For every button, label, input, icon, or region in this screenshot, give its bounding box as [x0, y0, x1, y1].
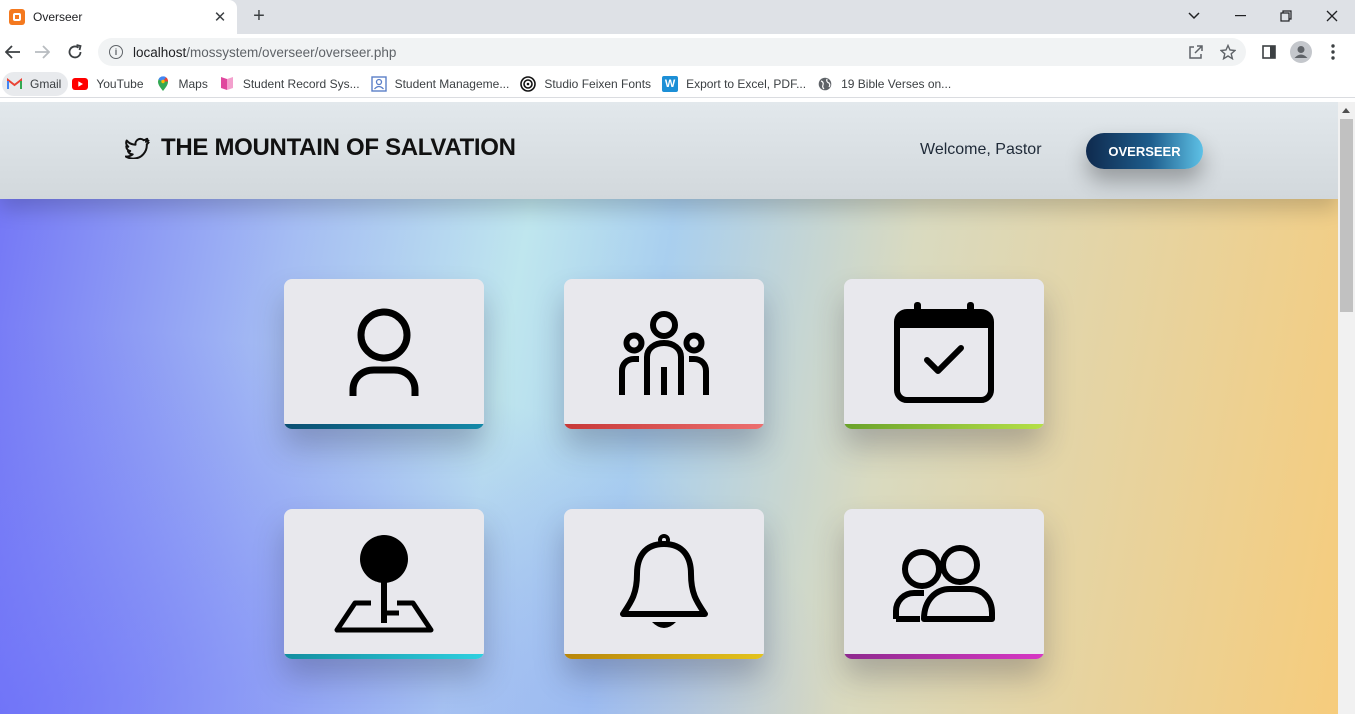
- minimize-icon[interactable]: [1226, 3, 1254, 29]
- page-viewport: THE MOUNTAIN OF SALVATION Welcome, Pasto…: [0, 102, 1338, 714]
- twitter-bird-icon: [125, 137, 150, 159]
- bookmark-youtube[interactable]: YouTube: [68, 72, 150, 96]
- bookmark-label: 19 Bible Verses on...: [841, 76, 952, 91]
- bookmark-studio-feixen[interactable]: Studio Feixen Fonts: [516, 72, 658, 96]
- share-icon[interactable]: [1182, 40, 1210, 64]
- card-accent-bar: [844, 654, 1044, 659]
- overseer-button[interactable]: OVERSEER: [1086, 133, 1203, 169]
- bookmark-maps[interactable]: Maps: [151, 72, 215, 96]
- card-accent-bar: [564, 424, 764, 429]
- url-text[interactable]: localhost/mossystem/overseer/overseer.ph…: [133, 45, 1182, 60]
- book-icon: [219, 76, 235, 92]
- bookmark-label: Gmail: [30, 76, 62, 91]
- target-icon: [520, 75, 537, 92]
- bookmarks-bar: Gmail YouTube Maps Student Record Sys...…: [0, 70, 1355, 98]
- back-icon[interactable]: [0, 39, 26, 65]
- scroll-up-arrow-icon[interactable]: [1342, 108, 1350, 113]
- bookmark-star-icon[interactable]: [1214, 40, 1242, 64]
- maps-pin-icon: [155, 75, 171, 92]
- xampp-favicon-icon: [9, 9, 25, 25]
- site-info-icon[interactable]: i: [109, 45, 123, 59]
- close-window-icon[interactable]: [1318, 3, 1346, 29]
- bookmark-label: Student Manageme...: [394, 76, 510, 91]
- bookmark-label: Maps: [178, 76, 208, 91]
- url-path: /mossystem/overseer/overseer.php: [186, 44, 397, 60]
- members-card[interactable]: [564, 279, 764, 429]
- bookmark-bible-verses[interactable]: 19 Bible Verses on...: [813, 72, 958, 96]
- globe-icon: [817, 76, 833, 92]
- tab-strip: Overseer ✕ +: [0, 0, 1355, 34]
- bookmark-label: YouTube: [96, 76, 144, 91]
- card-accent-bar: [564, 654, 764, 659]
- vertical-scrollbar[interactable]: [1338, 102, 1355, 714]
- student-icon: [370, 75, 387, 92]
- welcome-text: Welcome, Pastor: [920, 141, 1042, 158]
- location-pin-icon: [334, 535, 434, 633]
- locations-card[interactable]: [284, 509, 484, 659]
- site-header: THE MOUNTAIN OF SALVATION Welcome, Pasto…: [0, 102, 1338, 199]
- forward-icon[interactable]: [29, 39, 55, 65]
- gmail-icon: [6, 76, 22, 92]
- bookmark-gmail[interactable]: Gmail: [2, 71, 69, 96]
- reload-icon[interactable]: [62, 39, 88, 65]
- profile-card[interactable]: [284, 279, 484, 429]
- calendar-card[interactable]: [844, 279, 1044, 429]
- tab-title: Overseer: [33, 10, 83, 24]
- url-host: localhost: [133, 44, 187, 60]
- bookmark-student-record[interactable]: Student Record Sys...: [215, 72, 367, 96]
- profile-avatar-icon[interactable]: [1288, 39, 1314, 65]
- card-accent-bar: [844, 424, 1044, 429]
- bell-icon: [620, 534, 708, 628]
- bookmark-label: Student Record Sys...: [242, 76, 360, 91]
- browser-tab[interactable]: Overseer ✕: [0, 0, 237, 34]
- card-accent-bar: [284, 654, 484, 659]
- site-logo[interactable]: THE MOUNTAIN OF SALVATION: [125, 134, 516, 162]
- menu-kebab-icon[interactable]: [1320, 39, 1346, 65]
- users-card[interactable]: [844, 509, 1044, 659]
- users-icon: [893, 545, 995, 622]
- notifications-card[interactable]: [564, 509, 764, 659]
- restore-icon[interactable]: [1272, 3, 1300, 29]
- side-panel-icon[interactable]: [1256, 39, 1282, 65]
- bookmark-label: Studio Feixen Fonts: [544, 76, 652, 91]
- group-icon: [619, 311, 709, 395]
- bookmark-export-excel[interactable]: W Export to Excel, PDF...: [658, 72, 813, 96]
- scrollbar-thumb[interactable]: [1340, 119, 1353, 312]
- user-icon: [349, 308, 419, 396]
- address-bar[interactable]: i localhost/mossystem/overseer/overseer.…: [98, 38, 1246, 66]
- w-logo-icon: W: [662, 75, 679, 92]
- browser-toolbar: i localhost/mossystem/overseer/overseer.…: [0, 34, 1355, 70]
- site-title: THE MOUNTAIN OF SALVATION: [161, 134, 516, 161]
- tab-search-icon[interactable]: [1180, 3, 1208, 29]
- calendar-check-icon: [894, 302, 994, 403]
- card-accent-bar: [284, 424, 484, 429]
- close-tab-icon[interactable]: ✕: [209, 6, 231, 28]
- new-tab-button[interactable]: +: [248, 5, 270, 27]
- bookmark-label: Export to Excel, PDF...: [686, 76, 807, 91]
- youtube-icon: [72, 76, 89, 92]
- bookmark-student-management[interactable]: Student Manageme...: [367, 72, 517, 96]
